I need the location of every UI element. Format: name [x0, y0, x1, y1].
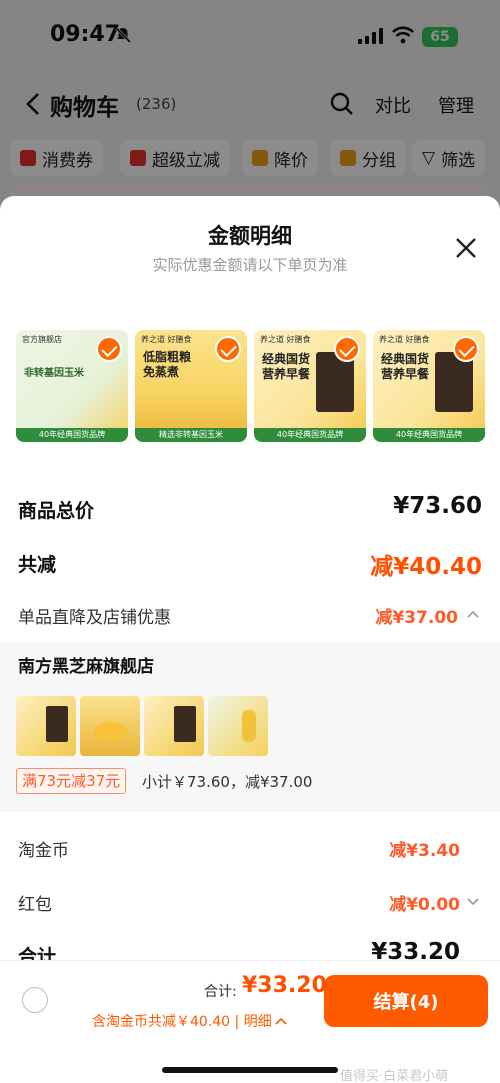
promo-tag: 满73元减37元: [16, 768, 127, 794]
total-label: 合计:: [204, 984, 237, 1000]
thumbnail-footer: 40年经典国货品牌: [16, 428, 128, 442]
item-discount-row[interactable]: 单品直降及店铺优惠 减¥37.00: [18, 603, 482, 635]
store-name[interactable]: 南方黑芝麻旗舰店: [18, 652, 154, 677]
store-section: 南方黑芝麻旗舰店 满73元减37元 小计￥73.60，减¥37.00: [0, 642, 500, 812]
thumbnail-header: 养之道 好膳食: [260, 335, 311, 344]
thumbnail-header: 官方旗舰店: [22, 335, 62, 344]
item-discount-value: 减¥37.00: [375, 608, 458, 628]
thumbnail-header: 养之道 好膳食: [141, 335, 192, 344]
select-all-radio[interactable]: [22, 987, 48, 1013]
item-discount-label: 单品直降及店铺优惠: [18, 608, 171, 628]
red-packet-row[interactable]: 红包 减¥0.00: [18, 890, 482, 922]
home-indicator[interactable]: [162, 1067, 338, 1073]
checkout-button[interactable]: 结算(4): [324, 975, 488, 1027]
thumbnail-footer: 40年经典国货品牌: [254, 428, 366, 442]
total-value: ¥33.20: [242, 973, 327, 998]
store-product-thumbnail[interactable]: [80, 696, 140, 756]
chevron-down-icon[interactable]: [466, 897, 480, 907]
product-thumbnail[interactable]: 养之道 好膳食 经典国货 营养早餐 40年经典国货品牌: [373, 330, 485, 442]
check-icon[interactable]: [215, 336, 241, 362]
discount-detail-text: 含淘金币共减￥40.40 | 明细: [92, 1014, 272, 1030]
thumbnail-title: 经典国货 营养早餐: [262, 352, 311, 381]
goods-total-label: 商品总价: [18, 500, 95, 522]
check-icon[interactable]: [453, 336, 479, 362]
sheet-subtitle: 实际优惠金额请以下单页为准: [152, 256, 348, 274]
sheet-title: 金额明细: [208, 224, 292, 248]
red-packet-label: 红包: [18, 895, 52, 915]
checkout-bar: 合计: ¥33.20 含淘金币共减￥40.40 | 明细 结算(4) 值得买·白…: [0, 960, 500, 1083]
store-product-thumbnail[interactable]: [208, 696, 268, 756]
goods-total-row: 商品总价 ¥73.60: [18, 493, 482, 528]
corn-paste-image: [94, 722, 128, 742]
discount-detail-link[interactable]: 含淘金币共减￥40.40 | 明细: [92, 1011, 287, 1031]
total-discount-row: 共减 减¥40.40: [18, 550, 482, 582]
thumbnail-title: 非转基因玉米: [24, 368, 84, 379]
amount-detail-sheet: 金额明细 实际优惠金额请以下单页为准 官方旗舰店 非转基因玉米 40年经典国货品…: [0, 196, 500, 1083]
product-thumbnail[interactable]: 官方旗舰店 非转基因玉米 40年经典国货品牌: [16, 330, 128, 442]
chevron-up-icon[interactable]: [466, 609, 480, 619]
store-subtotal-text: 小计￥73.60，减¥37.00: [142, 773, 313, 791]
total-discount-label: 共减: [18, 554, 57, 576]
thumbnail-footer: 精选非转基因玉米: [135, 428, 247, 442]
thumbnail-title: 经典国货 营养早餐: [381, 352, 430, 381]
product-package-image: [174, 706, 196, 742]
coins-row: 淘金币 减¥3.40: [18, 836, 482, 868]
thumbnail-title: 低脂粗粮 免蒸煮: [143, 350, 192, 379]
product-package-image: [46, 706, 68, 742]
total-discount-value: 减¥40.40: [370, 554, 482, 580]
coins-value: 减¥3.40: [389, 841, 460, 861]
red-packet-value: 减¥0.00: [389, 895, 460, 915]
check-icon[interactable]: [96, 336, 122, 362]
product-thumbnail[interactable]: 养之道 好膳食 经典国货 营养早餐 40年经典国货品牌: [254, 330, 366, 442]
watermark: 值得买·白菜君小萌: [340, 1069, 449, 1083]
check-icon[interactable]: [334, 336, 360, 362]
coins-label: 淘金币: [18, 841, 69, 861]
checkout-label: 结算(4): [373, 992, 439, 1013]
chevron-up-icon: [275, 1017, 287, 1025]
close-icon[interactable]: [454, 236, 478, 260]
selected-products-strip: 官方旗舰店 非转基因玉米 40年经典国货品牌 养之道 好膳食 低脂粗粮 免蒸煮 …: [16, 330, 486, 442]
store-product-thumbnail[interactable]: [144, 696, 204, 756]
thumbnail-footer: 40年经典国货品牌: [373, 428, 485, 442]
product-thumbnail[interactable]: 养之道 好膳食 低脂粗粮 免蒸煮 精选非转基因玉米: [135, 330, 247, 442]
goods-total-value: ¥73.60: [393, 493, 482, 519]
corn-image: [242, 710, 256, 742]
thumbnail-header: 养之道 好膳食: [379, 335, 430, 344]
store-product-thumbnail[interactable]: [16, 696, 76, 756]
